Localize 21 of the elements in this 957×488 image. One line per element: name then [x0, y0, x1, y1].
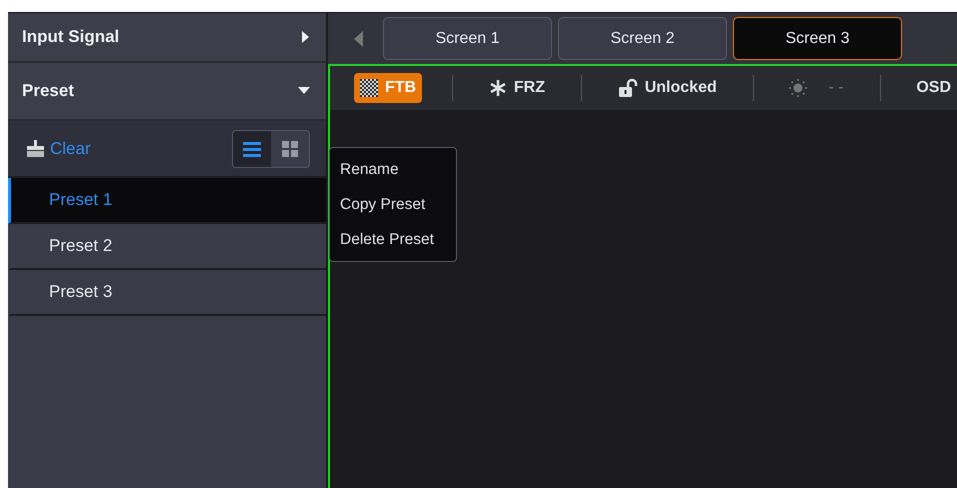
osd-button[interactable]: OSD [910, 73, 957, 103]
brush-icon [26, 140, 46, 158]
left-arrow-icon [354, 30, 363, 46]
lock-button[interactable]: Unlocked [612, 73, 723, 103]
freeze-button[interactable]: FRZ [482, 73, 551, 103]
sun-icon [789, 79, 808, 97]
checkerboard-icon [360, 79, 378, 97]
snowflake-icon [488, 79, 507, 97]
list-view-button[interactable] [233, 130, 271, 166]
preset-item[interactable]: Preset 1 [8, 178, 326, 224]
screen-tab[interactable]: Screen 1 [383, 17, 552, 60]
screen-tab[interactable]: Screen 3 [733, 17, 902, 60]
clear-button[interactable]: Clear [26, 136, 91, 162]
grid-icon [282, 140, 298, 156]
menu-item[interactable]: Rename [330, 152, 456, 188]
section-header[interactable]: Input Signal [8, 13, 326, 63]
list-icon [243, 140, 261, 156]
menu-item[interactable]: Delete Preset [330, 222, 456, 258]
section-header[interactable]: Preset [8, 63, 326, 121]
screen-tab[interactable]: Screen 2 [558, 17, 727, 60]
menu-item[interactable]: Copy Preset [330, 187, 456, 222]
